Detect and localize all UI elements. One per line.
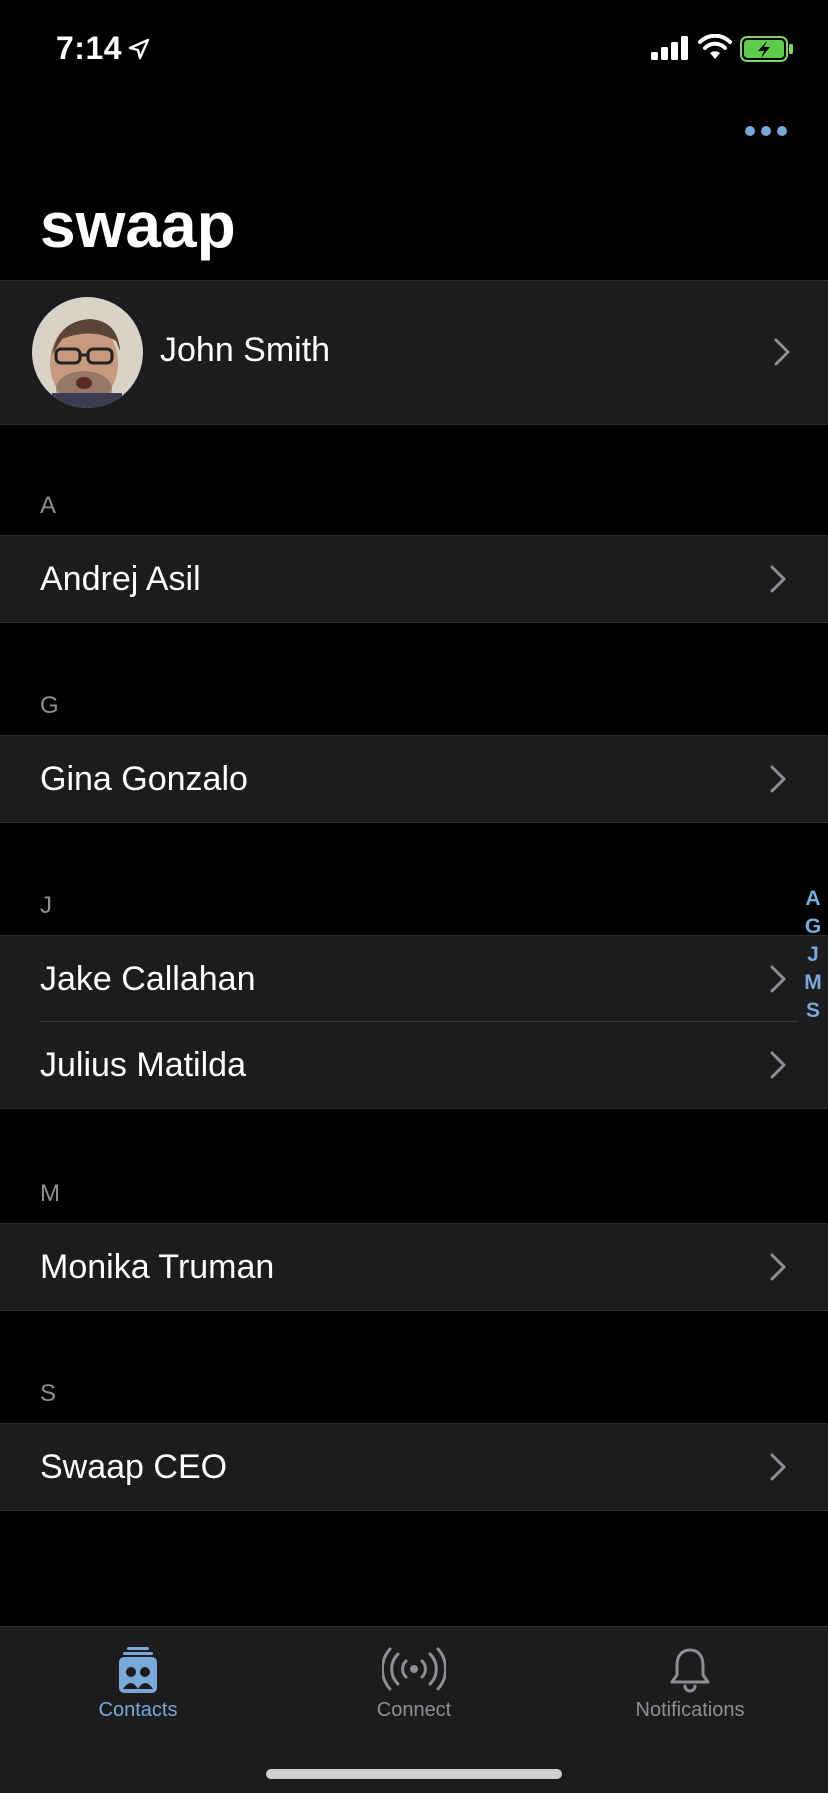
- contact-list-group-j: Jake Callahan Julius Matilda: [0, 935, 828, 1109]
- avatar: [32, 297, 143, 408]
- chevron-right-icon: [770, 1051, 786, 1079]
- contact-row[interactable]: Gina Gonzalo: [0, 736, 828, 822]
- my-profile-row[interactable]: John Smith: [0, 280, 828, 425]
- status-time: 7:14: [56, 30, 123, 66]
- chevron-right-icon: [770, 565, 786, 593]
- index-letter-j[interactable]: J: [800, 941, 826, 969]
- cellular-signal-icon: [651, 36, 688, 60]
- index-letter-g[interactable]: G: [800, 913, 826, 941]
- wifi-icon: [698, 34, 732, 59]
- chevron-right-icon: [774, 338, 790, 366]
- bell-icon: [670, 1648, 710, 1693]
- more-options-button[interactable]: [736, 112, 796, 152]
- index-letter-m[interactable]: M: [800, 969, 826, 997]
- contact-name: Monika Truman: [40, 1248, 275, 1286]
- index-letter-a[interactable]: A: [800, 885, 826, 913]
- chevron-right-icon: [770, 765, 786, 793]
- contact-row[interactable]: Julius Matilda: [0, 1022, 828, 1108]
- contact-name: Jake Callahan: [40, 960, 256, 998]
- page-title: swaap: [40, 189, 236, 261]
- broadcast-icon: [382, 1647, 446, 1691]
- index-letter-s[interactable]: S: [800, 997, 826, 1025]
- contacts-icon: [119, 1647, 157, 1693]
- profile-name: John Smith: [160, 331, 331, 369]
- home-indicator: [266, 1769, 562, 1779]
- section-header-g: G: [40, 692, 59, 719]
- section-header-s: S: [40, 1380, 57, 1407]
- contact-row[interactable]: Monika Truman: [0, 1224, 828, 1310]
- chevron-right-icon: [770, 1253, 786, 1281]
- section-header-j: J: [40, 892, 52, 919]
- contact-list-group-m: Monika Truman: [0, 1223, 828, 1311]
- contact-list-group-a: Andrej Asil: [0, 535, 828, 623]
- contact-name: Julius Matilda: [40, 1046, 246, 1084]
- tab-bar: Contacts Connect Notifications: [0, 1626, 828, 1793]
- tab-label: Connect: [376, 1699, 452, 1721]
- tab-label: Contacts: [98, 1699, 178, 1721]
- tab-label: Notifications: [635, 1699, 745, 1721]
- contact-name: Andrej Asil: [40, 560, 201, 598]
- contact-list-group-g: Gina Gonzalo: [0, 735, 828, 823]
- section-index-bar[interactable]: A G J M S: [800, 885, 826, 1025]
- contact-name: Gina Gonzalo: [40, 760, 248, 798]
- battery-charging-icon: [740, 36, 793, 62]
- chevron-right-icon: [770, 1453, 786, 1481]
- status-bar: 7:14: [0, 0, 828, 100]
- location-arrow-icon: [128, 38, 150, 60]
- contact-row[interactable]: Swaap CEO: [0, 1424, 828, 1510]
- tab-connect[interactable]: Connect: [276, 1627, 552, 1737]
- contact-row[interactable]: Andrej Asil: [0, 536, 828, 622]
- contact-row[interactable]: Jake Callahan: [0, 936, 828, 1022]
- section-header-a: A: [40, 492, 57, 519]
- chevron-right-icon: [770, 965, 786, 993]
- section-header-m: M: [40, 1180, 60, 1207]
- contact-name: Swaap CEO: [40, 1448, 228, 1486]
- contact-list-group-s: Swaap CEO: [0, 1423, 828, 1511]
- tab-contacts[interactable]: Contacts: [0, 1627, 276, 1737]
- tab-notifications[interactable]: Notifications: [552, 1627, 828, 1737]
